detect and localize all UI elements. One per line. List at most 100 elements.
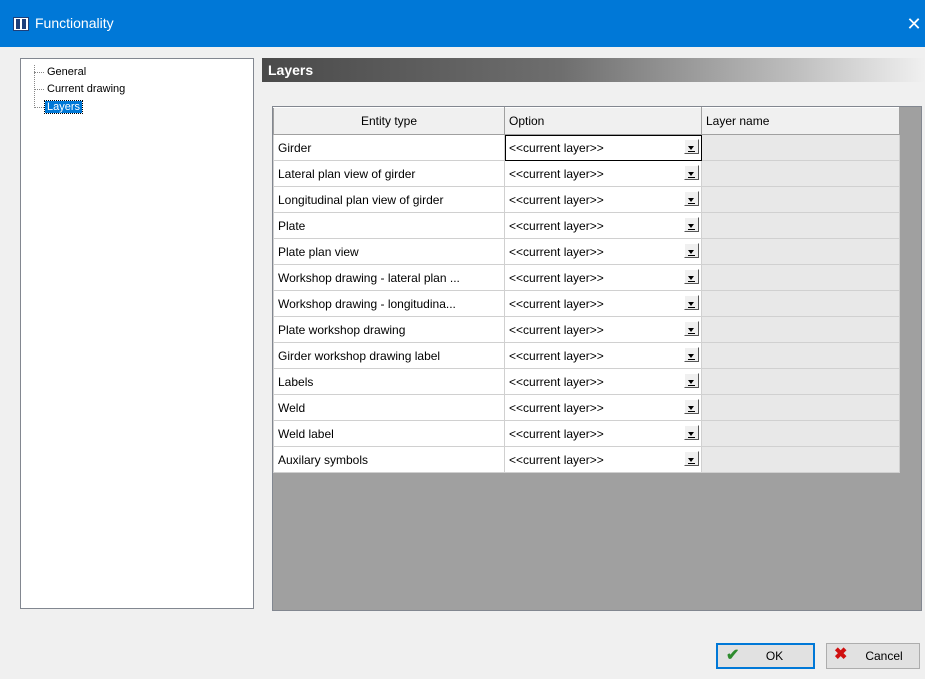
entity-type-cell: Girder [273, 134, 505, 161]
title-bar: Functionality ✕ [0, 0, 925, 47]
layers-grid: Entity type Option Layer name Girder <<cu… [272, 106, 922, 611]
entity-type-cell: Weld label [273, 420, 505, 447]
layer-name-cell[interactable] [701, 264, 900, 291]
table-header-row: Entity type Option Layer name [273, 107, 900, 135]
table-row[interactable]: Plate plan view <<current layer>> [273, 238, 900, 265]
option-value: <<current layer>> [509, 348, 604, 363]
layer-name-cell[interactable] [701, 420, 900, 447]
column-header-layer-name[interactable]: Layer name [701, 107, 900, 135]
dropdown-arrow-icon[interactable] [684, 321, 699, 336]
entity-type-cell: Auxilary symbols [273, 446, 505, 473]
option-value: <<current layer>> [509, 296, 604, 311]
app-icon [13, 17, 29, 31]
dropdown-arrow-icon[interactable] [684, 295, 699, 310]
option-dropdown[interactable]: <<current layer>> [504, 420, 702, 447]
option-dropdown[interactable]: <<current layer>> [504, 238, 702, 265]
tree-item-general[interactable]: General [21, 64, 88, 80]
tree-item-current-drawing[interactable]: Current drawing [21, 81, 127, 97]
dropdown-arrow-icon[interactable] [684, 139, 699, 154]
entity-type-cell: Workshop drawing - longitudina... [273, 290, 505, 317]
layer-name-cell[interactable] [701, 316, 900, 343]
layer-name-cell[interactable] [701, 186, 900, 213]
option-dropdown[interactable]: <<current layer>> [504, 186, 702, 213]
table-row[interactable]: Weld <<current layer>> [273, 394, 900, 421]
table-row[interactable]: Labels <<current layer>> [273, 368, 900, 395]
layer-name-cell[interactable] [701, 446, 900, 473]
tree-item-label: Current drawing [47, 83, 126, 95]
layer-name-cell[interactable] [701, 290, 900, 317]
entity-type-cell: Lateral plan view of girder [273, 160, 505, 187]
close-button[interactable]: ✕ [903, 10, 925, 38]
dropdown-arrow-icon[interactable] [684, 373, 699, 388]
option-dropdown[interactable]: <<current layer>> [504, 134, 702, 161]
layer-name-cell[interactable] [701, 134, 900, 161]
option-value: <<current layer>> [509, 140, 604, 155]
option-dropdown[interactable]: <<current layer>> [504, 368, 702, 395]
dropdown-arrow-icon[interactable] [684, 451, 699, 466]
layer-name-cell[interactable] [701, 212, 900, 239]
table-row[interactable]: Girder <<current layer>> [273, 134, 900, 161]
entity-type-cell: Labels [273, 368, 505, 395]
table-row[interactable]: Weld label <<current layer>> [273, 420, 900, 447]
option-dropdown[interactable]: <<current layer>> [504, 212, 702, 239]
dropdown-arrow-icon[interactable] [684, 269, 699, 284]
dropdown-arrow-icon[interactable] [684, 165, 699, 180]
option-value: <<current layer>> [509, 192, 604, 207]
dropdown-arrow-icon[interactable] [684, 399, 699, 414]
option-dropdown[interactable]: <<current layer>> [504, 342, 702, 369]
section-title: Layers [262, 58, 925, 82]
column-header-entity-type[interactable]: Entity type [273, 107, 505, 135]
option-value: <<current layer>> [509, 322, 604, 337]
entity-type-cell: Plate workshop drawing [273, 316, 505, 343]
layer-name-cell[interactable] [701, 238, 900, 265]
dropdown-arrow-icon[interactable] [684, 217, 699, 232]
table-row[interactable]: Lateral plan view of girder <<current lay… [273, 160, 900, 187]
layer-name-cell[interactable] [701, 394, 900, 421]
window-title: Functionality [35, 15, 114, 31]
table-row[interactable]: Workshop drawing - longitudina... <<curre… [273, 290, 900, 317]
option-value: <<current layer>> [509, 374, 604, 389]
cancel-button[interactable]: ✖ Cancel [826, 643, 920, 669]
table-row[interactable]: Auxilary symbols <<current layer>> [273, 446, 900, 473]
option-value: <<current layer>> [509, 218, 604, 233]
option-value: <<current layer>> [509, 400, 604, 415]
option-value: <<current layer>> [509, 452, 604, 467]
entity-type-cell: Plate [273, 212, 505, 239]
entity-type-cell: Girder workshop drawing label [273, 342, 505, 369]
option-dropdown[interactable]: <<current layer>> [504, 290, 702, 317]
entity-type-cell: Workshop drawing - lateral plan ... [273, 264, 505, 291]
tree-item-label: Layers [43, 100, 84, 114]
option-dropdown[interactable]: <<current layer>> [504, 446, 702, 473]
dropdown-arrow-icon[interactable] [684, 243, 699, 258]
option-value: <<current layer>> [509, 166, 604, 181]
layers-table: Entity type Option Layer name Girder <<cu… [273, 107, 900, 473]
dropdown-arrow-icon[interactable] [684, 425, 699, 440]
option-value: <<current layer>> [509, 270, 604, 285]
tree-item-label: General [47, 66, 87, 78]
layer-name-cell[interactable] [701, 368, 900, 395]
option-dropdown[interactable]: <<current layer>> [504, 264, 702, 291]
layer-name-cell[interactable] [701, 160, 900, 187]
tree-item-layers[interactable]: Layers [21, 99, 84, 115]
cancel-button-label: Cancel [865, 649, 903, 663]
entity-type-cell: Plate plan view [273, 238, 505, 265]
table-row[interactable]: Plate <<current layer>> [273, 212, 900, 239]
option-dropdown[interactable]: <<current layer>> [504, 394, 702, 421]
layer-name-cell[interactable] [701, 342, 900, 369]
option-value: <<current layer>> [509, 426, 604, 441]
column-header-option[interactable]: Option [504, 107, 702, 135]
option-dropdown[interactable]: <<current layer>> [504, 160, 702, 187]
dropdown-arrow-icon[interactable] [684, 191, 699, 206]
option-value: <<current layer>> [509, 244, 604, 259]
entity-type-cell: Weld [273, 394, 505, 421]
entity-type-cell: Longitudinal plan view of girder [273, 186, 505, 213]
option-dropdown[interactable]: <<current layer>> [504, 316, 702, 343]
ok-button[interactable]: ✔ OK [716, 643, 815, 669]
dropdown-arrow-icon[interactable] [684, 347, 699, 362]
table-row[interactable]: Girder workshop drawing label <<current l… [273, 342, 900, 369]
navigation-tree[interactable]: General Current drawing Layers [20, 58, 254, 609]
table-row[interactable]: Plate workshop drawing <<current layer>> [273, 316, 900, 343]
table-row[interactable]: Workshop drawing - lateral plan ... <<cur… [273, 264, 900, 291]
table-row[interactable]: Longitudinal plan view of girder <<curren… [273, 186, 900, 213]
ok-button-label: OK [765, 649, 784, 663]
